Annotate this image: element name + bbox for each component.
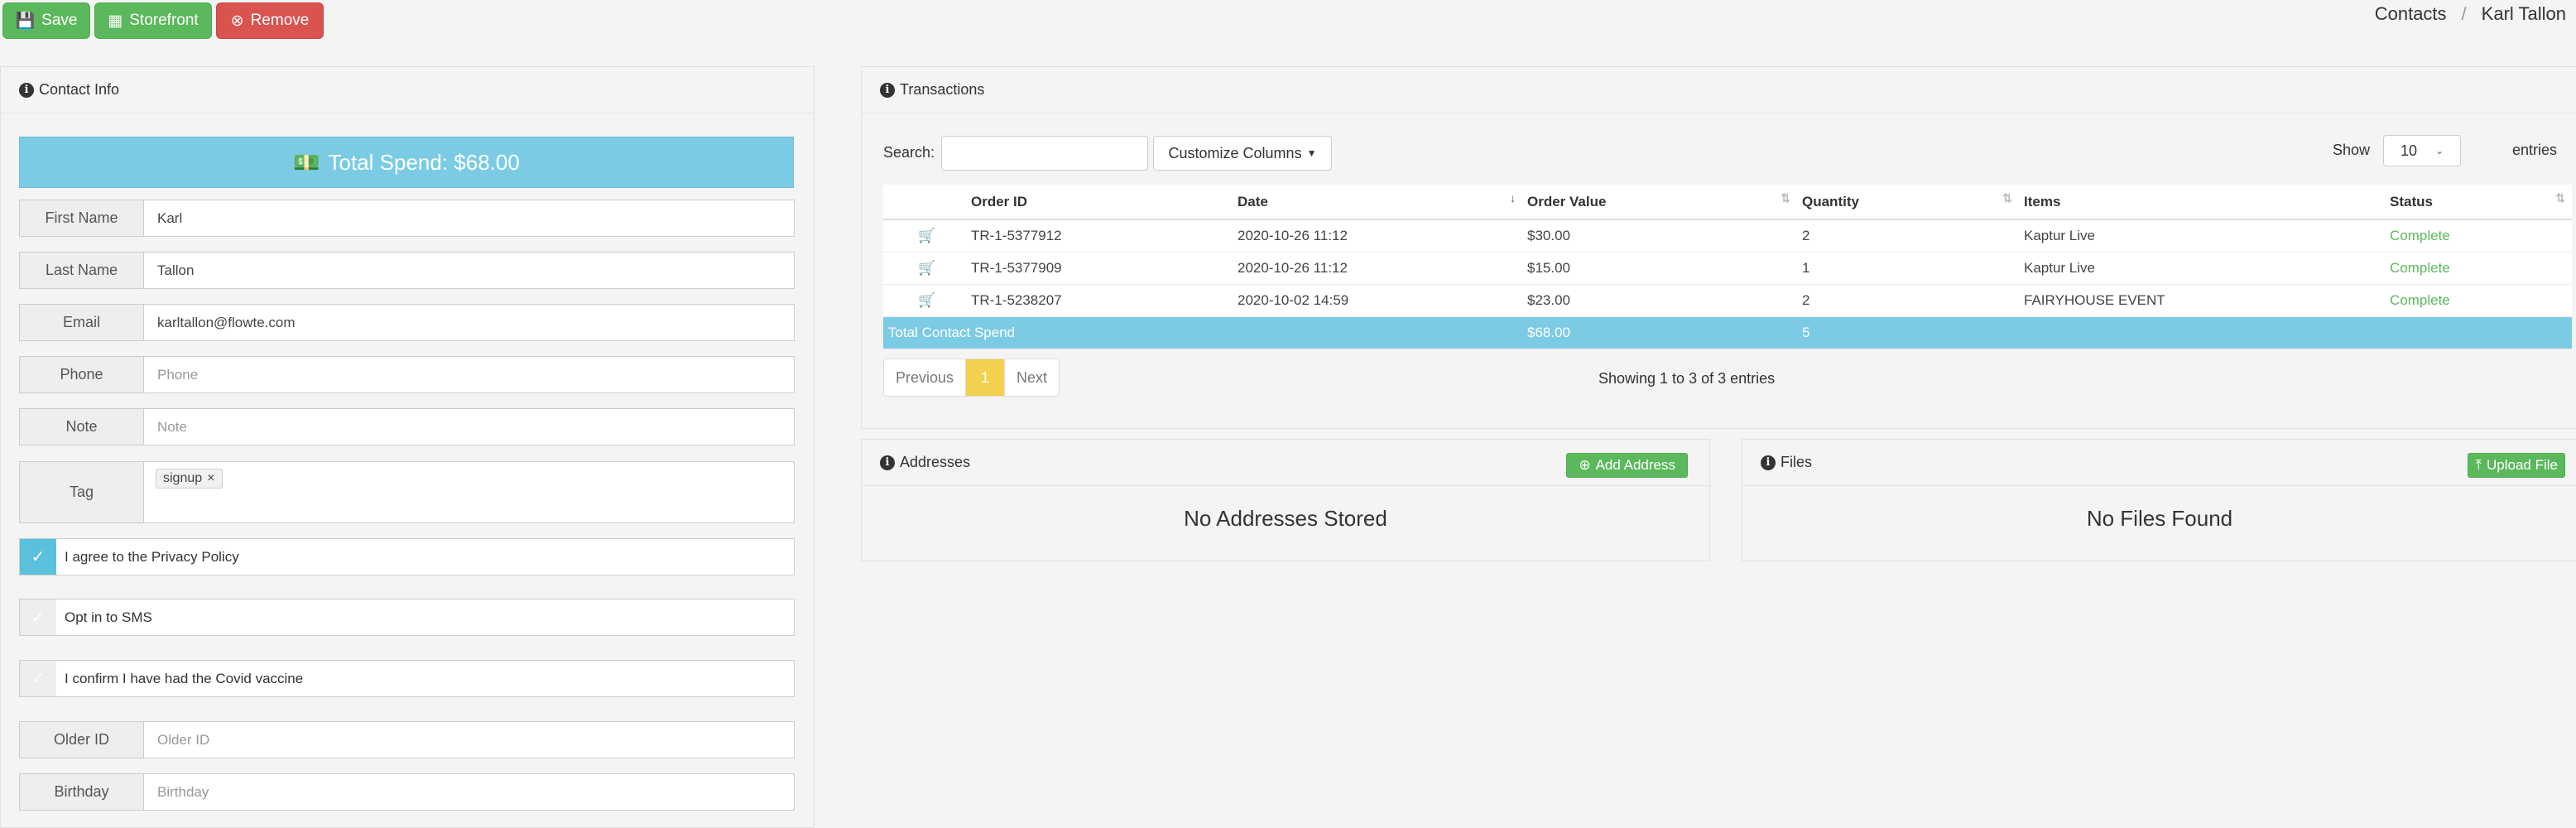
covid-checkbox[interactable]: ✓ <box>20 661 56 696</box>
info-icon: i <box>880 82 895 98</box>
no-addresses-message: No Addresses Stored <box>1184 506 1387 531</box>
transactions-panel: i Transactions Search: Customize Columns… <box>861 66 2576 429</box>
cart-icon[interactable]: 🛒 <box>883 284 966 317</box>
contact-info-panel: i Contact Info 💵 Total Spend: $68.00 Fir… <box>0 66 815 828</box>
sort-icon: ⇅ <box>2002 191 2012 205</box>
no-files-message: No Files Found <box>2086 506 2233 531</box>
upload-icon: ⤒ <box>2475 457 2482 473</box>
page-size-select[interactable]: 10 ⌄ <box>2383 135 2461 166</box>
table-row[interactable]: 🛒 TR-1-5238207 2020-10-02 14:59 $23.00 2… <box>883 284 2572 317</box>
transactions-header: i Transactions <box>862 67 2576 113</box>
caret-down-icon: ▼ <box>1306 147 1317 159</box>
search-input[interactable] <box>941 136 1148 171</box>
table-header-row: Order ID Date ↓ Order Value ⇅ Quantity ⇅ It… <box>883 185 2572 220</box>
table-row[interactable]: 🛒 TR-1-5377909 2020-10-26 11:12 $15.00 1… <box>883 252 2572 285</box>
col-quantity[interactable]: Quantity ⇅ <box>1797 185 2019 220</box>
toolbar: 💾 Save ▦ Storefront ⊗ Remove Contacts / … <box>0 0 2576 50</box>
sms-checkbox[interactable]: ✓ <box>20 599 56 635</box>
col-status[interactable]: Status ⇅ <box>2385 185 2572 220</box>
showing-entries-info: Showing 1 to 3 of 3 entries <box>1598 370 1776 387</box>
col-icon <box>883 185 966 220</box>
tag-chip: signup × <box>156 469 223 489</box>
tag-input[interactable]: signup × <box>144 462 794 522</box>
privacy-checkbox[interactable]: ✓ <box>20 539 56 575</box>
table-row[interactable]: 🛒 TR-1-5377912 2020-10-26 11:12 $30.00 2… <box>883 219 2572 253</box>
note-input[interactable]: Note <box>144 409 794 445</box>
pagination-page-1[interactable]: 1 <box>966 359 1006 396</box>
search-label: Search: <box>883 144 935 161</box>
total-value: $68.00 <box>1522 316 1797 349</box>
storefront-button[interactable]: ▦ Storefront <box>94 2 212 39</box>
sms-checkbox-row[interactable]: ✓ Opt in to SMS <box>19 599 795 636</box>
sort-desc-icon: ↓ <box>1510 191 1516 205</box>
total-row: Total Contact Spend $68.00 5 <box>883 316 2572 349</box>
last-name-field: Last Name Tallon <box>19 252 795 289</box>
sort-icon: ⇅ <box>2555 191 2565 205</box>
transactions-table: Order ID Date ↓ Order Value ⇅ Quantity ⇅ It… <box>883 185 2572 349</box>
covid-checkbox-row[interactable]: ✓ I confirm I have had the Covid vaccine <box>19 660 795 697</box>
pagination-previous[interactable]: Previous <box>884 359 967 396</box>
info-icon: i <box>1761 455 1776 470</box>
chevron-down-icon: ⌄ <box>2435 145 2444 156</box>
total-spend-banner: 💵 Total Spend: $68.00 <box>19 137 794 188</box>
first-name-input[interactable]: Karl <box>144 200 794 236</box>
pagination: Previous 1 Next <box>883 359 1060 397</box>
store-icon: ▦ <box>108 12 123 30</box>
breadcrumb-contacts[interactable]: Contacts <box>2375 3 2447 25</box>
phone-input[interactable]: Phone <box>144 357 794 392</box>
plus-circle-icon: ⊕ <box>1579 457 1591 473</box>
save-icon: 💾 <box>15 12 36 30</box>
privacy-checkbox-row[interactable]: ✓ I agree to the Privacy Policy <box>19 538 795 575</box>
tag-remove-icon[interactable]: × <box>207 471 214 486</box>
breadcrumb: Contacts / Karl Tallon <box>2375 3 2566 25</box>
pagination-next[interactable]: Next <box>1005 359 1060 396</box>
older-id-input[interactable]: Older ID <box>144 722 794 758</box>
col-date[interactable]: Date ↓ <box>1233 185 1522 220</box>
files-panel: i Files ⤒ Upload File No Files Found <box>1742 439 2576 561</box>
col-items[interactable]: Items <box>2019 185 2385 220</box>
birthday-input[interactable]: Birthday <box>144 774 794 810</box>
save-button[interactable]: 💾 Save <box>2 2 90 39</box>
sort-icon: ⇅ <box>1781 191 1790 205</box>
info-icon: i <box>880 455 895 470</box>
breadcrumb-current: Karl Tallon <box>2481 3 2566 24</box>
first-name-field: First Name Karl <box>19 200 795 237</box>
col-order-id[interactable]: Order ID <box>966 185 1233 220</box>
email-input[interactable]: karltallon@flowte.com <box>144 305 794 340</box>
money-icon: 💵 <box>293 149 320 175</box>
email-field: Email karltallon@flowte.com <box>19 304 795 341</box>
files-header: i Files <box>1742 440 2576 486</box>
col-order-value[interactable]: Order Value ⇅ <box>1522 185 1797 220</box>
total-qty: 5 <box>1797 316 2019 349</box>
older-id-field: Older ID Older ID <box>19 721 795 758</box>
cart-icon[interactable]: 🛒 <box>883 219 966 253</box>
show-label: Show <box>2332 142 2370 158</box>
remove-icon: ⊗ <box>230 12 244 30</box>
contact-info-header: i Contact Info <box>1 67 814 113</box>
upload-file-button[interactable]: ⤒ Upload File <box>2468 453 2565 478</box>
birthday-field: Birthday Birthday <box>19 773 795 811</box>
total-label: Total Contact Spend <box>883 316 1522 349</box>
customize-columns-button[interactable]: Customize Columns ▼ <box>1153 136 1332 171</box>
breadcrumb-separator: / <box>2461 3 2467 24</box>
note-field: Note Note <box>19 408 795 445</box>
cart-icon[interactable]: 🛒 <box>883 252 966 285</box>
entries-label: entries <box>2511 142 2557 158</box>
add-address-button[interactable]: ⊕ Add Address <box>1566 453 1688 478</box>
remove-button[interactable]: ⊗ Remove <box>216 2 324 39</box>
info-icon: i <box>19 82 34 98</box>
addresses-panel: i Addresses ⊕ Add Address No Addresses S… <box>861 439 1710 561</box>
phone-field: Phone Phone <box>19 356 795 393</box>
last-name-input[interactable]: Tallon <box>144 253 794 288</box>
tag-field: Tag signup × <box>19 461 795 523</box>
